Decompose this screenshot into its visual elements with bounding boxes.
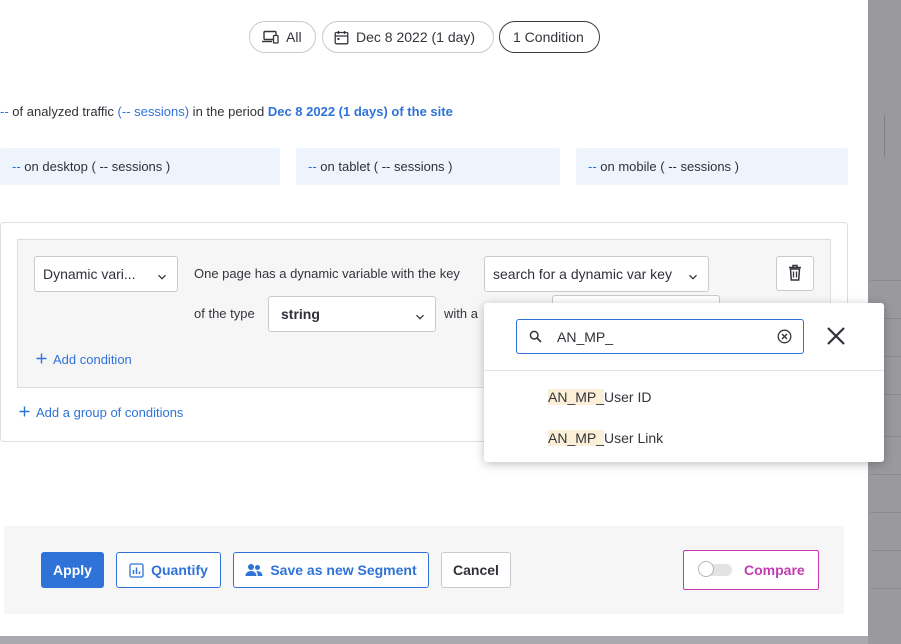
key-search-input[interactable]: AN_MP_ xyxy=(557,329,613,345)
cancel-label: Cancel xyxy=(453,562,499,578)
overlay-divider xyxy=(870,588,901,589)
key-option[interactable]: AN_MP_User Link xyxy=(548,430,663,446)
option-text: User ID xyxy=(604,389,652,405)
close-icon[interactable] xyxy=(826,326,846,346)
toggle-knob xyxy=(698,561,714,577)
chart-icon xyxy=(129,562,144,578)
option-match: AN_MP_ xyxy=(548,389,605,405)
plus-icon xyxy=(19,405,30,420)
stat-label: on tablet ( -- sessions ) xyxy=(316,159,453,174)
date-filter-label: Dec 8 2022 (1 day) xyxy=(356,29,476,45)
quantify-button[interactable]: Quantify xyxy=(116,552,221,588)
chevron-down-icon xyxy=(415,309,425,325)
stat-label: on desktop ( -- sessions ) xyxy=(20,159,171,174)
overlay-divider xyxy=(870,512,901,513)
cancel-button[interactable]: Cancel xyxy=(441,552,511,588)
option-text: User Link xyxy=(604,430,664,446)
compare-label: Compare xyxy=(744,562,805,578)
background-overlay xyxy=(0,636,868,644)
calendar-icon xyxy=(334,30,349,45)
dropdown-divider xyxy=(484,370,884,371)
dynamic-key-dropdown: AN_MP_ AN_MP_User ID AN_MP_User Link xyxy=(484,303,884,462)
dynamic-key-placeholder: search for a dynamic var key xyxy=(493,266,672,282)
condition-sentence-text: One page has a dynamic variable with the… xyxy=(194,266,460,281)
conditions-filter-label: 1 Condition xyxy=(513,29,584,45)
delete-condition-button[interactable] xyxy=(776,256,814,291)
key-option[interactable]: AN_MP_User ID xyxy=(548,389,651,405)
save-segment-button[interactable]: Save as new Segment xyxy=(233,552,429,588)
traffic-share-value: -- xyxy=(0,104,9,119)
overlay-divider xyxy=(884,115,885,157)
value-type-value: string xyxy=(281,306,320,322)
condition-sentence-text: of the type xyxy=(194,306,255,321)
key-search-field[interactable]: AN_MP_ xyxy=(516,319,804,354)
users-icon xyxy=(245,563,263,577)
dynamic-key-select[interactable]: search for a dynamic var key xyxy=(484,256,709,292)
search-icon xyxy=(529,330,542,343)
clear-icon[interactable] xyxy=(777,329,792,344)
device-filter-label: All xyxy=(286,29,302,45)
add-group-label: Add a group of conditions xyxy=(36,405,184,420)
stat-value: -- xyxy=(308,159,317,174)
compare-button[interactable]: Compare xyxy=(683,550,819,590)
condition-type-value: Dynamic vari... xyxy=(43,266,136,282)
chevron-down-icon xyxy=(157,269,167,285)
overlay-divider xyxy=(870,550,901,551)
mobile-stat: -- on mobile ( -- sessions ) xyxy=(576,148,848,185)
traffic-summary: -- of analyzed traffic (-- sessions) in … xyxy=(0,104,453,119)
traffic-summary-text: in the period xyxy=(189,104,268,119)
condition-sentence-text: with a xyxy=(444,306,478,321)
compare-toggle[interactable] xyxy=(698,561,732,577)
condition-type-select[interactable]: Dynamic vari... xyxy=(34,256,178,292)
option-match: AN_MP_ xyxy=(548,430,605,446)
date-filter-button[interactable]: Dec 8 2022 (1 day) xyxy=(322,21,494,53)
overlay-divider xyxy=(870,474,901,475)
stat-value: -- xyxy=(12,159,21,174)
traffic-sessions-value: (-- sessions) xyxy=(117,104,190,119)
stat-label: on mobile ( -- sessions ) xyxy=(596,159,739,174)
device-filter-button[interactable]: All xyxy=(249,21,316,53)
tablet-stat: -- on tablet ( -- sessions ) xyxy=(296,148,560,185)
trash-icon xyxy=(788,264,802,284)
apply-button[interactable]: Apply xyxy=(41,552,104,588)
apply-label: Apply xyxy=(53,562,92,578)
traffic-summary-text: of analyzed traffic xyxy=(8,104,118,119)
chevron-down-icon xyxy=(688,269,698,285)
save-segment-label: Save as new Segment xyxy=(270,562,417,578)
desktop-stat: -- on desktop ( -- sessions ) xyxy=(0,148,280,185)
plus-icon xyxy=(36,352,47,367)
add-condition-label: Add condition xyxy=(53,352,132,367)
traffic-period: Dec 8 2022 (1 days) of the site xyxy=(267,104,453,119)
quantify-label: Quantify xyxy=(151,562,208,578)
conditions-filter-button[interactable]: 1 Condition xyxy=(499,21,600,53)
value-type-select[interactable]: string xyxy=(268,296,436,332)
stat-value: -- xyxy=(588,159,597,174)
overlay-divider xyxy=(870,280,901,281)
devices-icon xyxy=(261,30,279,44)
add-group-link[interactable]: Add a group of conditions xyxy=(19,405,183,420)
add-condition-link[interactable]: Add condition xyxy=(36,352,132,367)
